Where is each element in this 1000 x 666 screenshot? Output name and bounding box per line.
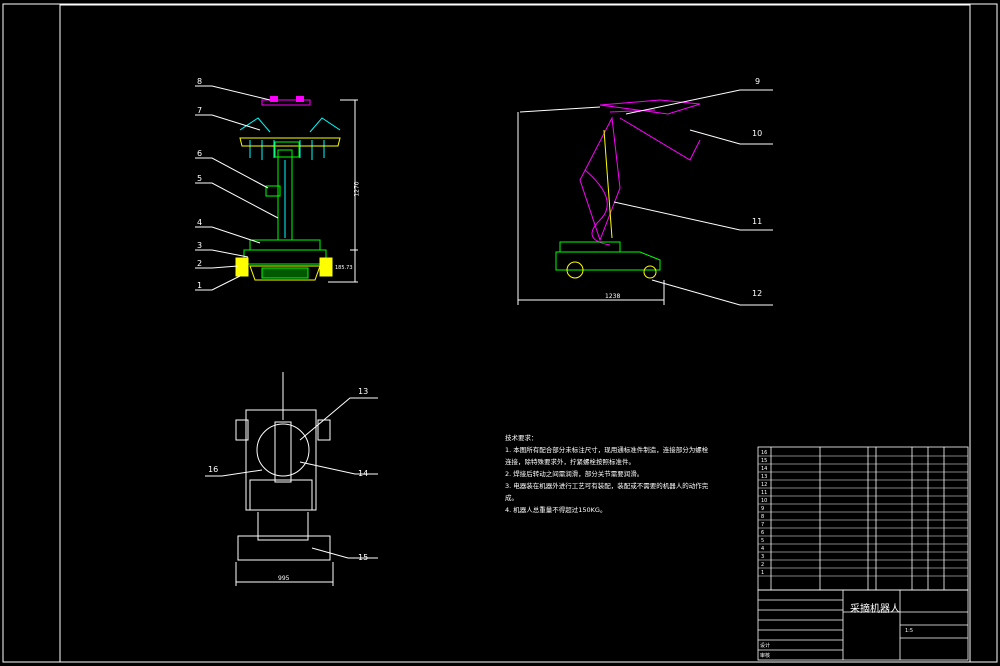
callout-6: 6 (197, 149, 203, 158)
callout-16: 16 (208, 465, 219, 474)
callout-8: 8 (197, 77, 203, 86)
parts-table-row-number: 9 (761, 506, 764, 512)
parts-table-row-number: 7 (761, 522, 764, 528)
callout-7: 7 (197, 106, 203, 115)
parts-table-row-number: 1 (761, 570, 764, 576)
parts-table-rows: 16 15 14 13 12 11 10 9 8 7 6 5 4 3 2 1 (758, 450, 968, 577)
tech-item: 连接，除特殊要求外，拧紧螺栓按照标准件。 (505, 458, 635, 466)
cad-drawing-canvas: 16151413121110987654321 (2, 3, 998, 663)
parts-table-row-number: 5 (761, 538, 764, 544)
tech-item: 4. 机器人总重量不得超过150KG。 (505, 506, 607, 514)
title-block-scale: 1:5 (905, 628, 914, 634)
parts-table-row-number: 15 (761, 458, 767, 464)
parts-table-row-number: 4 (761, 546, 764, 552)
parts-table-row-number: 10 (761, 498, 767, 504)
top-view (205, 372, 378, 586)
outer-frame (2, 3, 998, 663)
tech-title: 技术要求： (505, 434, 538, 442)
callout-5: 5 (197, 174, 203, 183)
side-view (517, 89, 773, 306)
parts-table-row-number: 12 (761, 482, 767, 488)
callout-13: 13 (358, 387, 369, 396)
tech-item: 1. 本图所有配合部分未标注尺寸，现用通标准件制造，连接部分为螺栓 (505, 446, 709, 454)
parts-table-row-number: 6 (761, 530, 764, 536)
parts-table-row-number: 3 (761, 554, 764, 560)
callout-2: 2 (197, 259, 203, 268)
callout-11: 11 (752, 217, 763, 226)
callout-12: 12 (752, 289, 763, 298)
parts-table-row-number: 2 (761, 562, 764, 568)
dimension-bottom-width: 995 (278, 575, 290, 582)
parts-table-row-number: 14 (761, 466, 767, 472)
callout-9: 9 (755, 77, 761, 86)
title-block-label: 设计 (760, 643, 771, 649)
dimension-front-height: 1270 (353, 181, 361, 197)
inner-frame (59, 4, 971, 663)
callout-15: 15 (358, 553, 369, 562)
dimension-side-width: 1238 (605, 293, 621, 300)
front-view (195, 85, 358, 291)
callout-4: 4 (197, 218, 203, 227)
parts-table-row-number: 8 (761, 514, 764, 520)
drawing-title: 采摘机器人 (850, 604, 900, 615)
callout-10: 10 (752, 129, 763, 138)
tech-item: 2. 焊接后转动之间需润滑，部分关节需要润滑。 (505, 470, 644, 478)
parts-table-row-number: 11 (761, 490, 767, 496)
title-block-label: 审核 (760, 653, 771, 659)
callout-14: 14 (358, 469, 369, 478)
callout-3: 3 (197, 241, 203, 250)
technical-requirements: 技术要求： 1. 本图所有配合部分未标注尺寸，现用通标准件制造，连接部分为螺栓 … (505, 432, 735, 516)
tech-item: 成。 (505, 494, 518, 502)
tech-item: 3. 电器装在机器外进行工艺可有装配，装配或不需要的机器人的动作完 (505, 482, 709, 490)
callout-1: 1 (197, 281, 203, 290)
parts-table-row-number: 13 (761, 474, 767, 480)
parts-table-row-number: 16 (761, 450, 767, 456)
dimension-front-base: 185.73 (335, 265, 353, 271)
parts-table (757, 446, 969, 591)
